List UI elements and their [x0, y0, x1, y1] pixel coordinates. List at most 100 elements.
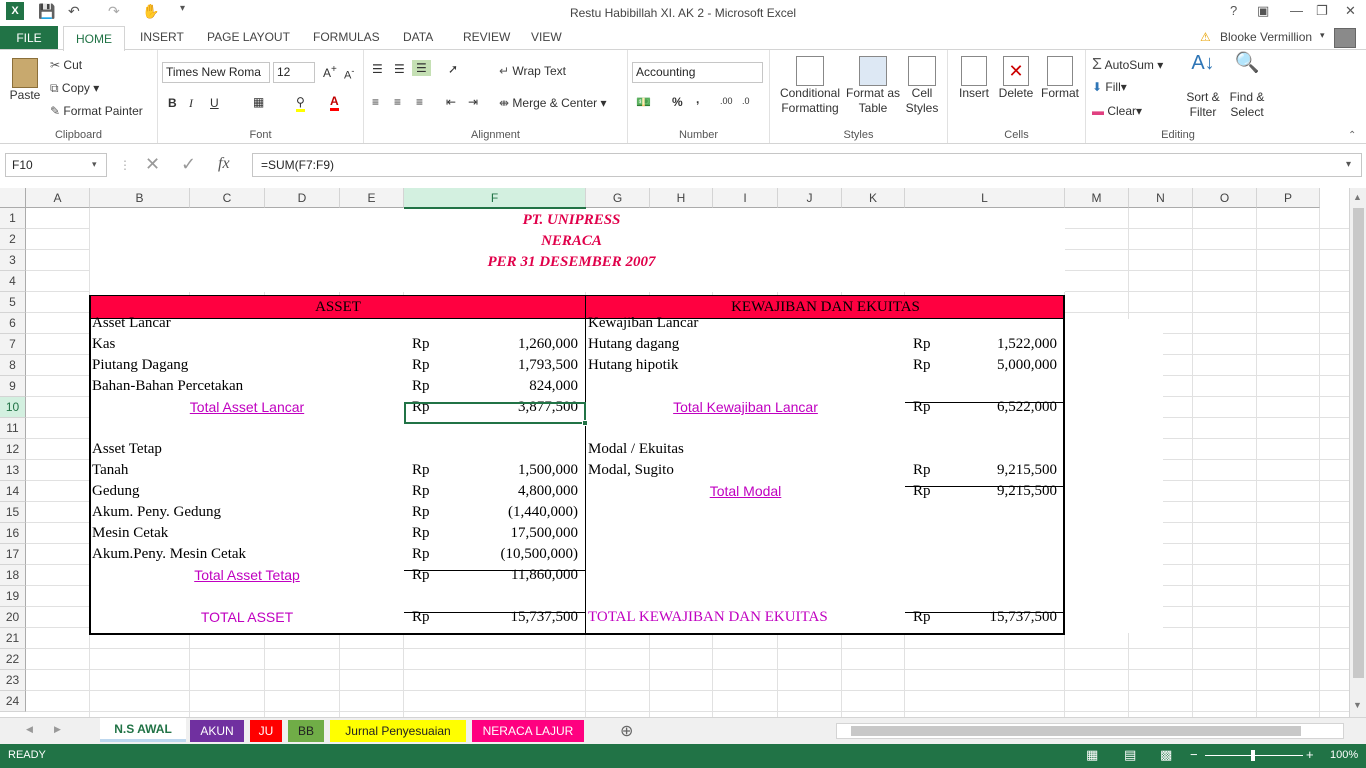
tab-review[interactable]: REVIEW — [463, 30, 510, 44]
row-header-17[interactable]: 17 — [0, 544, 26, 565]
row-header-10[interactable]: 10 — [0, 397, 26, 418]
fill-button[interactable]: ⬇ Fill▾ — [1092, 80, 1127, 94]
format-cells-button[interactable]: Format — [1038, 56, 1082, 101]
column-header-o[interactable]: O — [1193, 188, 1257, 208]
left-value-row-8[interactable]: 1,793,500 — [430, 355, 578, 376]
fill-color-icon[interactable]: ⚲ — [296, 95, 305, 112]
collapse-ribbon-icon[interactable]: ⌃ — [1348, 130, 1356, 141]
font-name-select[interactable]: Times New Roma — [162, 62, 270, 83]
left-value-row-9[interactable]: 824,000 — [430, 376, 578, 397]
row-header-2[interactable]: 2 — [0, 229, 26, 250]
right-value-row-8[interactable]: 5,000,000 — [930, 355, 1057, 376]
right-value-row-13[interactable]: 9,215,500 — [930, 460, 1057, 481]
column-header-m[interactable]: M — [1065, 188, 1129, 208]
tab-formulas[interactable]: FORMULAS — [313, 30, 380, 44]
sheet-tab-ju[interactable]: JU — [250, 720, 282, 742]
right-value-row-20[interactable]: 15,737,500 — [930, 607, 1058, 628]
restore-icon[interactable]: ❐ — [1316, 3, 1328, 19]
row-header-7[interactable]: 7 — [0, 334, 26, 355]
ribbon-display-icon[interactable]: ▣ — [1257, 3, 1269, 19]
worksheet-grid[interactable]: ABCDEFGHIJKLMNOP 1 2 3 4 5 6 7 8 9 10 11 12 13 14 15 16… — [0, 188, 1366, 717]
left-value-row-20[interactable]: 15,737,500 — [430, 607, 579, 628]
row-header-23[interactable]: 23 — [0, 670, 26, 691]
font-color-icon[interactable]: A — [330, 94, 339, 111]
left-value-row-7[interactable]: 1,260,000 — [430, 334, 578, 355]
row-header-14[interactable]: 14 — [0, 481, 26, 502]
row-header-20[interactable]: 20 — [0, 607, 26, 628]
grow-font-icon[interactable]: A+ — [323, 64, 337, 80]
horizontal-scrollbar[interactable] — [836, 723, 1344, 739]
column-header-e[interactable]: E — [340, 188, 404, 208]
autosum-button[interactable]: Σ AutoSum ▾ — [1092, 56, 1163, 74]
enter-icon[interactable]: ✓ — [181, 154, 196, 175]
tab-page-layout[interactable]: PAGE LAYOUT — [207, 30, 290, 44]
percent-style-button[interactable]: % — [672, 95, 683, 109]
align-top-icon[interactable]: ☰ — [372, 62, 383, 76]
sheet-tab-neraca-lajur[interactable]: NERACA LAJUR — [472, 720, 584, 742]
row-header-5[interactable]: 5 — [0, 292, 26, 313]
minimize-icon[interactable]: — — [1290, 3, 1303, 18]
formula-input[interactable]: =SUM(F7:F9) — [252, 153, 1362, 177]
column-header-d[interactable]: D — [265, 188, 340, 208]
italic-button[interactable]: I — [189, 96, 193, 111]
tab-view[interactable]: VIEW — [531, 30, 562, 44]
expand-formula-bar-icon[interactable]: ▾ — [1346, 159, 1351, 170]
page-layout-view-icon[interactable]: ▤ — [1124, 747, 1136, 763]
row-header-1[interactable]: 1 — [0, 208, 26, 229]
sheet-tab-jurnal-penyesuaian[interactable]: Jurnal Penyesuaian — [330, 720, 466, 742]
insert-cells-button[interactable]: Insert — [954, 56, 994, 101]
avatar[interactable] — [1334, 28, 1356, 48]
column-header-f[interactable]: F — [404, 188, 586, 208]
fill-handle[interactable] — [582, 420, 588, 426]
scroll-down-icon[interactable]: ▼ — [1353, 700, 1362, 710]
zoom-level[interactable]: 100% — [1330, 749, 1358, 761]
column-header-n[interactable]: N — [1129, 188, 1193, 208]
user-name[interactable]: Blooke Vermillion — [1220, 30, 1312, 44]
row-header-21[interactable]: 21 — [0, 628, 26, 649]
tab-insert[interactable]: INSERT — [140, 30, 184, 44]
align-middle-icon[interactable]: ☰ — [394, 62, 405, 76]
increase-indent-icon[interactable]: ⇥ — [468, 95, 478, 109]
column-header-c[interactable]: C — [190, 188, 265, 208]
vertical-scrollbar[interactable]: ▲ ▼ — [1349, 188, 1366, 717]
comma-style-button[interactable]: , — [696, 92, 699, 106]
row-header-3[interactable]: 3 — [0, 250, 26, 271]
column-header-g[interactable]: G — [586, 188, 650, 208]
normal-view-icon[interactable]: ▦ — [1086, 747, 1098, 763]
format-as-table-button[interactable]: Format as Table — [846, 56, 900, 116]
column-header-i[interactable]: I — [713, 188, 778, 208]
borders-icon[interactable]: ▦ — [253, 95, 264, 109]
row-header-12[interactable]: 12 — [0, 439, 26, 460]
vertical-scroll-thumb[interactable] — [1353, 208, 1364, 678]
user-dropdown-icon[interactable]: ▾ — [1320, 30, 1325, 41]
tab-home[interactable]: HOME — [63, 26, 125, 51]
insert-function-icon[interactable]: fx — [218, 155, 230, 173]
row-header-13[interactable]: 13 — [0, 460, 26, 481]
row-header-8[interactable]: 8 — [0, 355, 26, 376]
zoom-out-icon[interactable]: − — [1190, 747, 1198, 762]
column-header-k[interactable]: K — [842, 188, 905, 208]
decrease-decimal-icon[interactable]: .0 — [742, 96, 750, 106]
new-sheet-icon[interactable]: ⊕ — [620, 721, 633, 741]
shrink-font-icon[interactable]: A- — [344, 66, 354, 82]
left-value-row-18[interactable]: 11,860,000 — [430, 565, 578, 586]
row-header-16[interactable]: 16 — [0, 523, 26, 544]
row-header-4[interactable]: 4 — [0, 271, 26, 292]
row-header-22[interactable]: 22 — [0, 649, 26, 670]
column-header-a[interactable]: A — [26, 188, 90, 208]
scroll-up-icon[interactable]: ▲ — [1353, 192, 1362, 202]
number-format-select[interactable]: Accounting — [632, 62, 763, 83]
zoom-in-icon[interactable]: + — [1306, 747, 1314, 762]
cancel-icon[interactable]: ✕ — [145, 154, 160, 175]
copy-button[interactable]: ⧉ Copy ▾ — [50, 81, 99, 96]
zoom-slider-thumb[interactable] — [1251, 750, 1255, 761]
column-header-l[interactable]: L — [905, 188, 1065, 208]
horizontal-scroll-thumb[interactable] — [851, 726, 1301, 736]
left-value-row-16[interactable]: 17,500,000 — [430, 523, 579, 544]
increase-decimal-icon[interactable]: .00 — [720, 96, 733, 106]
right-value-row-10[interactable]: 6,522,000 — [930, 397, 1057, 418]
font-size-select[interactable]: 12 — [273, 62, 315, 83]
tab-data[interactable]: DATA — [403, 30, 433, 44]
decrease-indent-icon[interactable]: ⇤ — [446, 95, 456, 109]
left-value-row-17[interactable]: (10,500,000) — [430, 544, 579, 565]
